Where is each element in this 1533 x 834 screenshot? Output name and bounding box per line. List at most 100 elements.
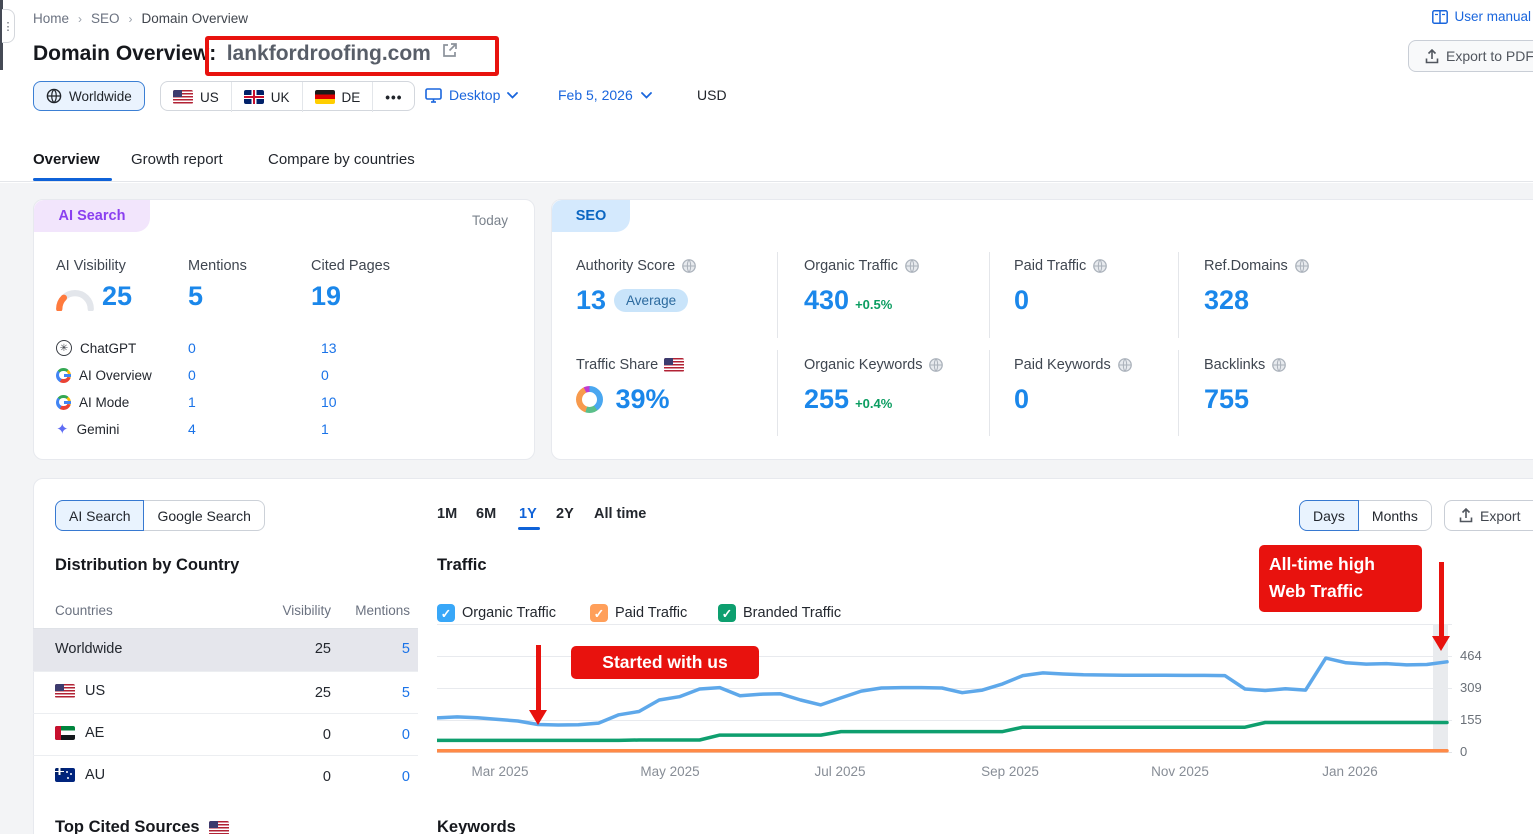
col-visibility[interactable]: Visibility — [278, 603, 331, 618]
user-manual-link[interactable]: User manual — [1432, 9, 1533, 24]
alltime-line2: Web Traffic — [1269, 578, 1412, 605]
range-all-time[interactable]: All time — [594, 506, 646, 522]
ref-domains-value: 328 — [1204, 285, 1249, 316]
us-label: US — [200, 90, 219, 105]
info-globe-icon[interactable] — [1271, 357, 1287, 373]
tab-compare-countries[interactable]: Compare by countries — [268, 151, 415, 168]
country-chip-group: US UK DE ••• — [160, 81, 415, 111]
info-globe-icon[interactable] — [1092, 258, 1108, 274]
us-mentions[interactable]: 5 — [352, 685, 410, 701]
date-label: Feb 5, 2026 — [558, 87, 633, 103]
us-flag-icon — [664, 358, 684, 372]
chatgpt-cited[interactable]: 13 — [321, 340, 337, 356]
upload-icon — [1459, 508, 1473, 523]
chatgpt-mentions[interactable]: 0 — [188, 340, 196, 356]
device-label: Desktop — [449, 87, 500, 103]
range-1m[interactable]: 1M — [437, 506, 457, 522]
tab-growth-report[interactable]: Growth report — [131, 151, 223, 168]
authority-badge: Average — [614, 289, 688, 312]
info-globe-icon[interactable] — [928, 357, 944, 373]
alltime-high-annotation: All-time high Web Traffic — [1259, 545, 1422, 612]
toggle-google-search[interactable]: Google Search — [144, 500, 264, 531]
mentions-label: Mentions — [188, 258, 247, 274]
uk-label: UK — [271, 90, 290, 105]
worldwide-label: Worldwide — [69, 89, 132, 104]
range-2y[interactable]: 2Y — [556, 506, 574, 522]
uk-flag-icon — [244, 90, 264, 104]
platform-row-chatgpt[interactable]: ✳ ChatGPT — [56, 335, 136, 361]
toggle-days[interactable]: Days — [1299, 500, 1359, 531]
location-chip-uk[interactable]: UK — [232, 82, 303, 112]
y-tick: 155 — [1460, 712, 1482, 727]
alltime-arrow-head — [1432, 636, 1450, 651]
organic-keywords-delta: +0.4% — [855, 396, 892, 411]
ai-overview-cited[interactable]: 0 — [321, 367, 329, 383]
traffic-chart[interactable] — [437, 616, 1452, 760]
authority-score-label: Authority Score — [576, 258, 697, 274]
location-chip-de[interactable]: DE — [303, 82, 374, 112]
toggle-months[interactable]: Months — [1359, 500, 1432, 531]
platform-row-ai-mode[interactable]: AI Mode — [56, 389, 129, 415]
globe-icon — [46, 88, 62, 104]
worldwide-mentions[interactable]: 5 — [352, 641, 410, 657]
table-row-au[interactable]: AU — [55, 767, 105, 783]
platform-row-gemini[interactable]: ✦ Gemini — [56, 416, 119, 442]
range-6m[interactable]: 6M — [476, 506, 496, 522]
x-tick: May 2025 — [640, 764, 699, 779]
location-chip-worldwide[interactable]: Worldwide — [33, 81, 145, 111]
x-tick: Jul 2025 — [814, 764, 865, 779]
organic-keywords-value: 255+0.4% — [804, 384, 892, 415]
au-mentions[interactable]: 0 — [352, 769, 410, 785]
platform-row-ai-overview[interactable]: AI Overview — [56, 362, 152, 388]
worldwide-visibility: 25 — [278, 641, 331, 657]
us-flag-icon — [173, 90, 193, 104]
breadcrumb-home[interactable]: Home — [33, 11, 69, 26]
y-tick: 309 — [1460, 680, 1482, 695]
range-1y[interactable]: 1Y — [519, 506, 537, 522]
date-selector[interactable]: Feb 5, 2026 — [558, 87, 652, 103]
organic-traffic-value: 430+0.5% — [804, 285, 892, 316]
country-name: AE — [85, 725, 104, 741]
table-row-worldwide[interactable]: Worldwide — [55, 641, 122, 657]
table-row-ae[interactable]: AE — [55, 725, 104, 741]
more-locations-button[interactable]: ••• — [373, 82, 414, 112]
google-icon — [56, 368, 71, 383]
sidebar-expand-handle[interactable]: ⋮ — [2, 9, 15, 43]
toggle-ai-search[interactable]: AI Search — [55, 500, 144, 531]
platform-name: Gemini — [77, 422, 120, 437]
table-row-us[interactable]: US — [55, 683, 105, 699]
ai-mode-mentions[interactable]: 1 — [188, 394, 196, 410]
breadcrumb-seo[interactable]: SEO — [91, 11, 120, 26]
ai-overview-mentions[interactable]: 0 — [188, 367, 196, 383]
device-selector[interactable]: Desktop — [425, 87, 518, 103]
col-mentions[interactable]: Mentions — [352, 603, 410, 618]
ellipsis-icon: ••• — [385, 90, 402, 105]
gemini-mentions[interactable]: 4 — [188, 421, 196, 437]
info-globe-icon[interactable] — [1117, 357, 1133, 373]
currency-selector[interactable]: USD — [697, 87, 727, 103]
seo-card-tag: SEO — [552, 200, 630, 232]
backlinks-value: 755 — [1204, 384, 1249, 415]
tab-overview[interactable]: Overview — [33, 151, 100, 168]
keywords-title: Keywords — [437, 818, 516, 834]
ref-domains-label: Ref.Domains — [1204, 258, 1310, 274]
de-flag-icon — [315, 90, 335, 104]
authority-score-value: 13Average — [576, 285, 688, 316]
ai-search-card-tag: AI Search — [34, 200, 150, 232]
paid-keywords-label: Paid Keywords — [1014, 357, 1133, 373]
gemini-cited[interactable]: 1 — [321, 421, 329, 437]
export-pdf-button[interactable]: Export to PDF — [1408, 40, 1533, 72]
location-chip-us[interactable]: US — [161, 82, 232, 112]
breadcrumb-current: Domain Overview — [142, 11, 249, 26]
info-globe-icon[interactable] — [681, 258, 697, 274]
alltime-line1: All-time high — [1269, 551, 1412, 578]
info-globe-icon[interactable] — [904, 258, 920, 274]
upload-icon — [1425, 49, 1439, 64]
export-button[interactable]: Export — [1444, 500, 1533, 531]
info-globe-icon[interactable] — [1294, 258, 1310, 274]
col-countries[interactable]: Countries — [55, 603, 113, 618]
ai-search-card: AI Search Today AI Visibility Mentions C… — [33, 199, 535, 460]
started-arrow-head — [529, 710, 547, 725]
ai-mode-cited[interactable]: 10 — [321, 394, 337, 410]
ae-mentions[interactable]: 0 — [352, 727, 410, 743]
